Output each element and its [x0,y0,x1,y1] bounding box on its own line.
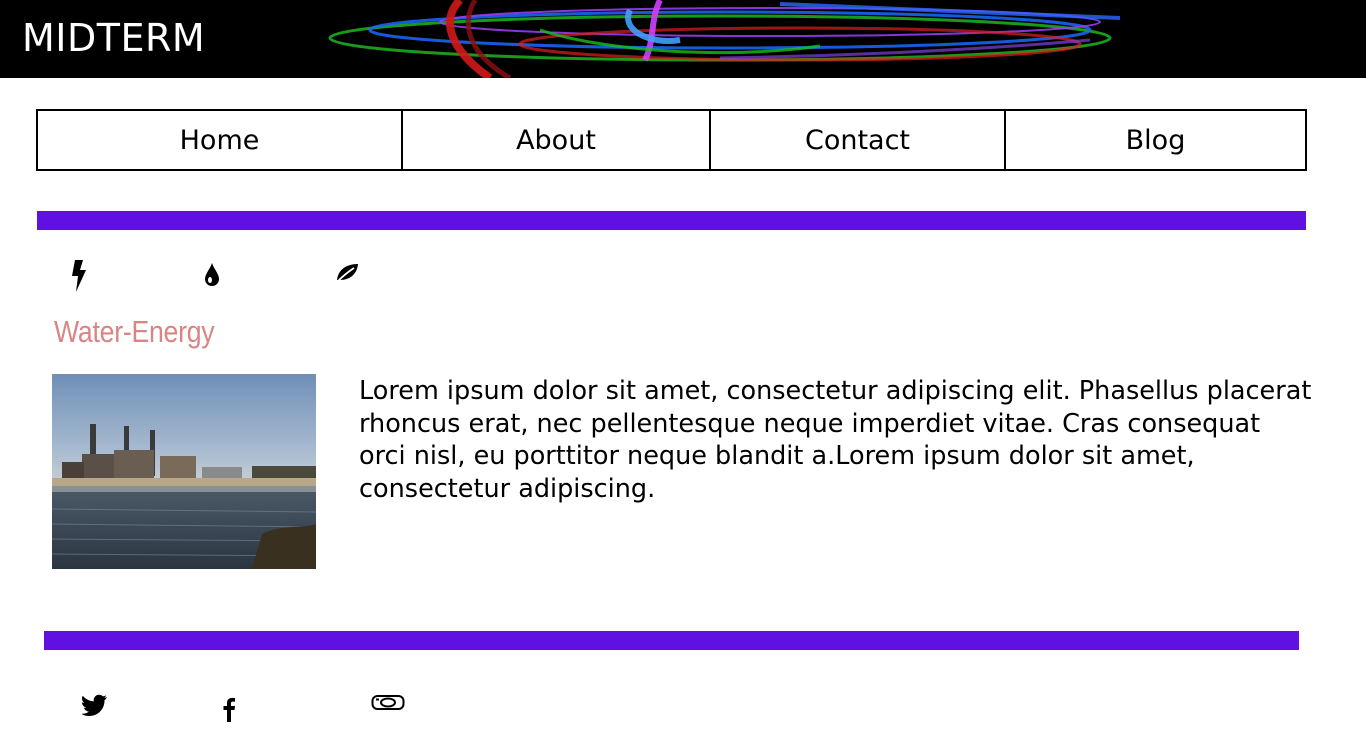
nav-item-home[interactable]: Home [38,111,401,169]
power-plant-photo [52,374,316,569]
leaf-icon [337,264,358,282]
site-title: MIDTERM [22,16,206,60]
main-nav: Home About Contact Blog [36,109,1307,171]
section-body-text: Lorem ipsum dolor sit amet, consectetur … [359,376,1312,504]
accent-divider-bottom [44,631,1299,650]
facebook-icon[interactable] [221,696,237,722]
nav-item-contact[interactable]: Contact [709,111,1004,169]
nav-item-blog[interactable]: Blog [1004,111,1305,169]
water-drop-icon [205,263,219,286]
lightning-icon [72,260,86,292]
header-banner: MIDTERM [0,0,1366,78]
accent-divider-top [37,211,1306,230]
section-title: Water-Energy [54,314,215,349]
nav-item-about[interactable]: About [401,111,709,169]
light-swirl-graphic [328,0,1121,78]
instagram-icon[interactable] [371,694,405,712]
twitter-icon[interactable] [82,694,108,716]
